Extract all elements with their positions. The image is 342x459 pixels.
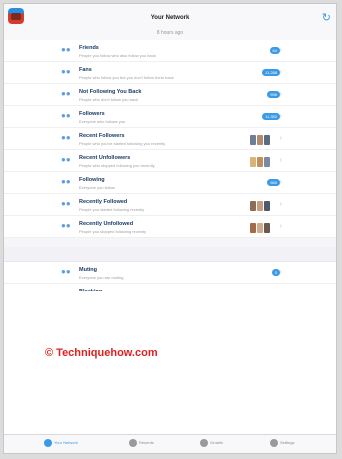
row-description: People who stopped following you recentl… bbox=[79, 163, 155, 168]
tab-label: Growth bbox=[210, 440, 223, 446]
avatar-group bbox=[249, 199, 271, 212]
chevron-right-icon: › bbox=[279, 269, 282, 276]
recent-followers-icon: ●● bbox=[61, 133, 71, 142]
tab-label: Settings bbox=[280, 440, 295, 446]
avatar-group bbox=[249, 221, 271, 234]
row-label: Not Following You Back bbox=[79, 89, 142, 95]
tab-bar: Your Network Recents Growth Settings bbox=[4, 434, 336, 453]
row-followers[interactable]: ●● Followers Everyone who follows you 11,35… bbox=[4, 106, 336, 128]
gear-icon bbox=[270, 439, 278, 447]
fans-icon: ●● bbox=[61, 67, 71, 76]
tab-growth[interactable]: Growth bbox=[200, 439, 223, 449]
row-fans[interactable]: ●● Fans People who follow you but you don'… bbox=[4, 62, 336, 84]
last-updated: 8 hours ago bbox=[156, 30, 184, 36]
count-badge: 11,288 bbox=[262, 69, 280, 76]
row-label: Followers bbox=[79, 111, 105, 117]
refresh-icon[interactable]: ↻ bbox=[322, 13, 331, 24]
avatar-group bbox=[249, 133, 271, 146]
avatar bbox=[263, 200, 271, 212]
chevron-right-icon: › bbox=[279, 179, 282, 186]
friends-icon: ●● bbox=[61, 45, 71, 54]
chevron-right-icon: › bbox=[279, 223, 282, 230]
section-divider bbox=[4, 247, 336, 262]
row-label: Recent Followers bbox=[79, 133, 125, 139]
avatar bbox=[263, 134, 271, 146]
count-badge: 596 bbox=[267, 91, 280, 98]
row-friends[interactable]: ●● Friends People you follow who also foll… bbox=[4, 40, 336, 62]
row-recent-followers[interactable]: ●● Recent Followers People who you've star… bbox=[4, 128, 336, 150]
tab-label: Your Network bbox=[54, 440, 78, 446]
recently-followed-icon: ●● bbox=[61, 199, 71, 208]
recently-unfollowed-icon: ●● bbox=[61, 221, 71, 230]
row-recently-unfollowed[interactable]: ●● Recently Unfollowed People you stopped … bbox=[4, 216, 336, 238]
row-description: People who you've started following you … bbox=[79, 141, 166, 146]
avatar-group bbox=[249, 155, 271, 168]
row-description: Everyone who follows you bbox=[79, 119, 126, 124]
following-icon: ●● bbox=[61, 177, 71, 186]
count-badge: 660 bbox=[267, 179, 280, 186]
row-muting[interactable]: ●● Muting Everyone you are muting 0 › bbox=[4, 262, 336, 284]
followers-icon: ●● bbox=[61, 111, 71, 120]
chevron-right-icon: › bbox=[279, 157, 282, 164]
row-recent-unfollowers[interactable]: ●● Recent Unfollowers People who stopped f… bbox=[4, 150, 336, 172]
network-list: ●● Friends People you follow who also foll… bbox=[4, 40, 336, 238]
chevron-right-icon: › bbox=[279, 113, 282, 120]
chevron-right-icon: › bbox=[279, 69, 282, 76]
count-badge: 64 bbox=[269, 47, 280, 54]
clock-icon bbox=[129, 439, 137, 447]
row-description: Everyone you follow bbox=[79, 185, 115, 190]
row-description: People you started following recently bbox=[79, 207, 145, 212]
row-label: Recent Unfollowers bbox=[79, 155, 131, 161]
growth-icon bbox=[200, 439, 208, 447]
recent-unfollowers-icon: ●● bbox=[61, 155, 71, 164]
count-badge: 11,352 bbox=[262, 113, 280, 120]
empty-area bbox=[4, 291, 336, 439]
row-description: Everyone you are muting bbox=[79, 275, 124, 280]
tab-recents[interactable]: Recents bbox=[129, 439, 154, 449]
chevron-right-icon: › bbox=[279, 91, 282, 98]
row-label: Friends bbox=[79, 45, 99, 51]
top-bar: Your Network 8 hours ago ↻ bbox=[4, 4, 336, 40]
page-title: Your Network bbox=[150, 15, 190, 21]
avatar bbox=[263, 222, 271, 234]
tab-your-network[interactable]: Your Network bbox=[44, 439, 78, 449]
row-not-following-back[interactable]: ●● Not Following You Back People who don't… bbox=[4, 84, 336, 106]
row-description: People who follow you but you don't foll… bbox=[79, 75, 174, 80]
row-label: Recently Followed bbox=[79, 199, 128, 205]
chevron-right-icon: › bbox=[279, 47, 282, 54]
row-label: Fans bbox=[79, 67, 92, 73]
muting-icon: ●● bbox=[61, 267, 71, 276]
row-description: People you follow who also follow you ba… bbox=[79, 53, 156, 58]
row-label: Muting bbox=[79, 267, 98, 273]
people-icon bbox=[44, 439, 52, 447]
row-recently-followed[interactable]: ●● Recently Followed People you started fo… bbox=[4, 194, 336, 216]
not-following-back-icon: ●● bbox=[61, 89, 71, 98]
row-description: People who don't follow you back bbox=[79, 97, 139, 102]
row-label: Following bbox=[79, 177, 105, 183]
row-following[interactable]: ●● Following Everyone you follow 660 › bbox=[4, 172, 336, 194]
app-window: Your Network 8 hours ago ↻ ●● Friends Peop… bbox=[3, 3, 337, 454]
chevron-right-icon: › bbox=[279, 135, 282, 142]
tab-label: Recents bbox=[139, 440, 154, 446]
chevron-right-icon: › bbox=[279, 201, 282, 208]
tab-settings[interactable]: Settings bbox=[270, 439, 294, 449]
row-label: Recently Unfollowed bbox=[79, 221, 134, 227]
row-description: People you stopped following recently bbox=[79, 229, 147, 234]
watermark: © Techniquehow.com bbox=[45, 347, 158, 359]
avatar bbox=[263, 156, 271, 168]
